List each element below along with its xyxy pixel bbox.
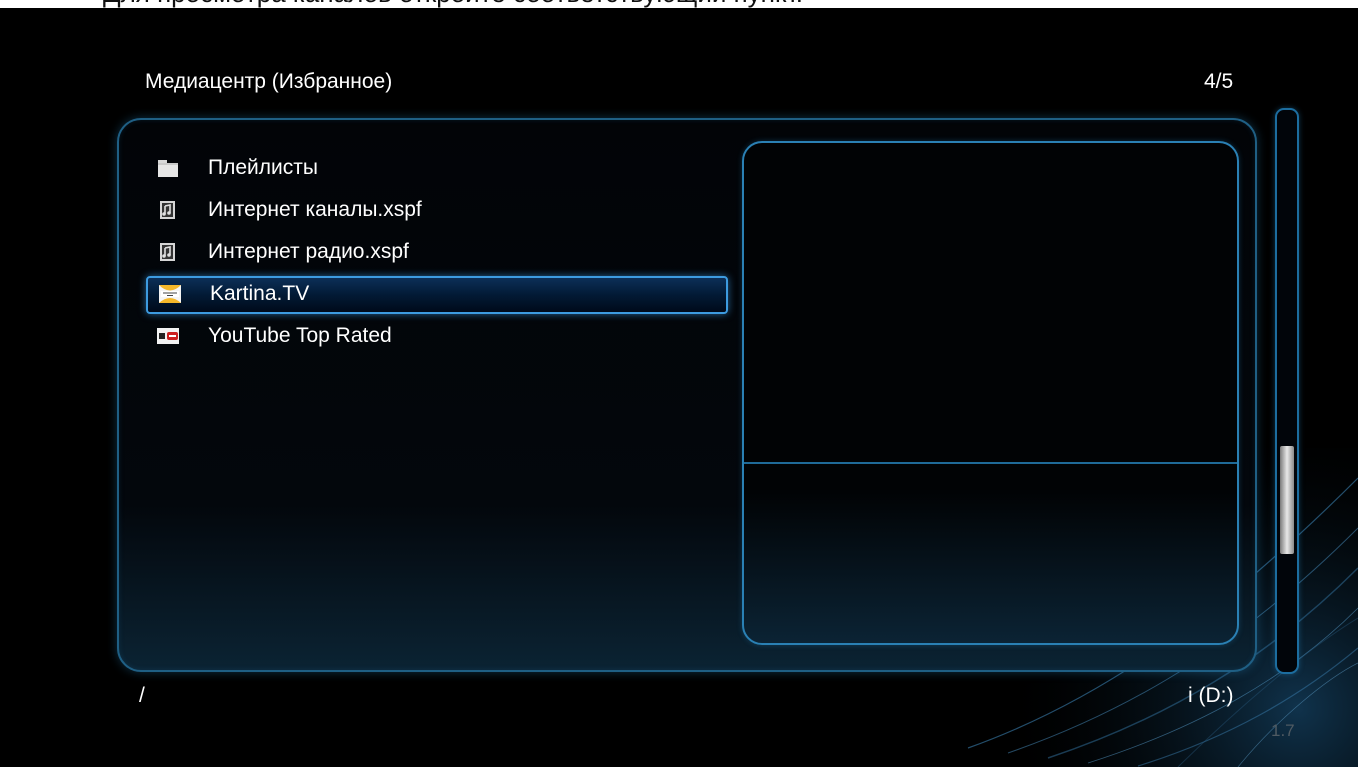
top-caption: Для просмотра каналов откройте соответст…: [103, 0, 803, 8]
version-label: 1.7: [1271, 721, 1295, 740]
preview-divider: [744, 462, 1237, 464]
playlist-icon: [160, 201, 175, 219]
current-path: /: [139, 684, 145, 707]
main-panel: Плейлисты Интернет каналы.xspf Интернет …: [117, 118, 1257, 672]
playlist-icon: [160, 243, 175, 261]
list-item-internet-radio[interactable]: Интернет радио.xspf: [146, 236, 724, 270]
scrollbar-thumb[interactable]: [1280, 446, 1294, 554]
page-counter: 4/5: [1204, 70, 1234, 93]
list-item-label: Kartina.TV: [210, 282, 310, 305]
kartina-tv-logo-icon: [159, 285, 181, 303]
top-band: Для просмотра каналов откройте соответст…: [0, 0, 1358, 8]
list-item-playlists[interactable]: Плейлисты: [146, 152, 724, 186]
list-item-label: Интернет радио.xspf: [208, 240, 409, 263]
page-title: Медиацентр (Избранное): [145, 70, 393, 93]
list-item-kartina-tv[interactable]: Kartina.TV: [146, 276, 728, 314]
list-item-youtube[interactable]: YouTube Top Rated: [146, 320, 724, 354]
list-item-label: Плейлисты: [208, 156, 318, 179]
drive-label: i (D:): [1188, 684, 1234, 707]
scrollbar[interactable]: [1275, 108, 1299, 674]
media-center-screen: Медиацентр (Избранное) 4/5 Плейлисты Инт…: [8, 8, 1358, 767]
list-item-label: Интернет каналы.xspf: [208, 198, 422, 221]
preview-panel: [742, 141, 1239, 645]
list-item-internet-channels[interactable]: Интернет каналы.xspf: [146, 194, 724, 228]
youtube-logo-icon: [157, 328, 179, 344]
folder-icon: [158, 160, 178, 177]
list-item-label: YouTube Top Rated: [208, 324, 392, 347]
